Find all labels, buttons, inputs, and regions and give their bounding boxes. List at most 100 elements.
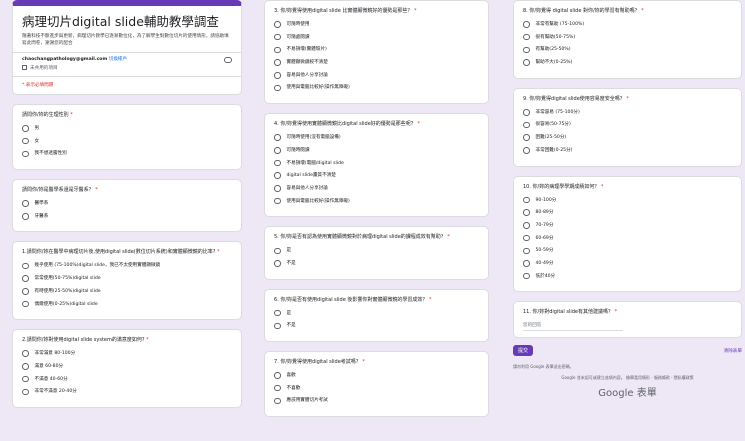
radio-button-icon[interactable] [274, 147, 281, 154]
radio-option[interactable]: 40-49分 [523, 260, 732, 267]
radio-button-icon[interactable] [523, 234, 530, 242]
radio-button-icon[interactable] [22, 300, 29, 308]
radio-button-icon[interactable] [22, 275, 29, 282]
clear-form-button[interactable]: 清除表單 [724, 348, 742, 354]
radio-button-icon[interactable] [523, 109, 530, 116]
radio-button-icon[interactable] [274, 134, 281, 141]
radio-option[interactable]: 是 [274, 309, 479, 317]
radio-option[interactable]: 女 [22, 137, 232, 145]
radio-option[interactable]: 是 [274, 247, 479, 254]
radio-option[interactable]: 不喜歡 [274, 384, 479, 392]
radio-button-icon[interactable] [523, 209, 530, 216]
radio-button-icon[interactable] [22, 200, 29, 207]
radio-option[interactable]: 很有幫助(50-75%) [523, 33, 732, 41]
radio-option[interactable]: 醫學系 [22, 200, 232, 207]
radio-option[interactable]: 偶爾使用(0-25%)digital slide [22, 300, 232, 308]
radio-option[interactable]: 我不想透露性別 [22, 150, 232, 158]
radio-option[interactable]: 非常容易 (75-100分) [523, 109, 732, 116]
radio-option[interactable]: 有時使用(25-50%)digital slide [22, 288, 232, 295]
radio-button-icon[interactable] [22, 350, 29, 357]
radio-button-icon[interactable] [523, 222, 530, 229]
radio-option[interactable]: 使用與電腦比較好(操作無障礙) [274, 197, 479, 205]
radio-option[interactable]: 50-59分 [523, 247, 732, 254]
answer-input[interactable]: 您的回答 [523, 322, 623, 332]
radio-button-icon[interactable] [274, 372, 281, 379]
radio-button-icon[interactable] [22, 213, 29, 220]
radio-button-icon[interactable] [274, 309, 281, 317]
radio-option[interactable]: 可隨時使用 [274, 21, 479, 28]
radio-option[interactable]: 實體顯微鏡較不清楚 [274, 59, 479, 66]
radio-button-icon[interactable] [523, 121, 530, 129]
radio-button-icon[interactable] [523, 260, 530, 267]
radio-button-icon[interactable] [274, 33, 281, 41]
radio-option[interactable]: 不是 [274, 260, 479, 267]
radio-option[interactable]: 80-89分 [523, 209, 732, 216]
radio-button-icon[interactable] [523, 134, 530, 141]
radio-button-icon[interactable] [274, 260, 281, 267]
radio-button-icon[interactable] [274, 384, 281, 392]
radio-option[interactable]: 可隨時閱讀 [274, 147, 479, 154]
radio-option[interactable]: 不易損壞(電腦/digital slide [274, 159, 479, 167]
radio-option[interactable]: 非常滿意 80-100分 [22, 350, 232, 357]
radio-button-icon[interactable] [22, 125, 29, 132]
radio-option[interactable]: 不是 [274, 322, 479, 330]
radio-button-icon[interactable] [22, 137, 29, 145]
radio-button-icon[interactable] [274, 172, 281, 179]
radio-button-icon[interactable] [22, 150, 29, 158]
radio-option[interactable]: 牙醫系 [22, 213, 232, 220]
radio-button-icon[interactable] [274, 322, 281, 330]
question-label: 7. 你/妳覺得使用digital slide考試嗎？ [274, 359, 361, 365]
radio-option[interactable]: 困難(25-50分) [523, 134, 732, 141]
radio-option[interactable]: 滿意 60-80分 [22, 363, 232, 370]
radio-option[interactable]: 60-69分 [523, 234, 732, 242]
radio-button-icon[interactable] [523, 59, 530, 66]
radio-option[interactable]: 喜歡 [274, 372, 479, 379]
radio-option[interactable]: 很容易(50-75分) [523, 121, 732, 129]
radio-button-icon[interactable] [274, 247, 281, 254]
radio-option[interactable]: 男 [22, 125, 232, 132]
radio-option[interactable]: 有幫助(25-50%) [523, 46, 732, 54]
radio-button-icon[interactable] [22, 388, 29, 395]
radio-option[interactable]: 常常使用(50-75%)digital slide [22, 275, 232, 282]
submit-button[interactable]: 提交 [513, 345, 533, 357]
radio-button-icon[interactable] [523, 33, 530, 41]
radio-option[interactable]: 幫助不大(0-25%) [523, 59, 732, 66]
radio-button-icon[interactable] [22, 363, 29, 370]
radio-button-icon[interactable] [523, 272, 530, 280]
radio-button-icon[interactable] [22, 262, 29, 270]
radio-button-icon[interactable] [274, 197, 281, 205]
radio-button-icon[interactable] [523, 21, 530, 28]
radio-button-icon[interactable] [523, 46, 530, 54]
radio-option[interactable]: digital slide畫質不清楚 [274, 172, 479, 179]
switch-account-link[interactable]: 切換帳戶 [109, 57, 127, 62]
radio-option[interactable]: 可隨時使用(沒有電腦設備) [274, 134, 479, 141]
radio-button-icon[interactable] [523, 247, 530, 254]
radio-option[interactable]: 70-79分 [523, 222, 732, 229]
radio-button-icon[interactable] [274, 185, 281, 192]
radio-option[interactable]: 不易損壞(實體玻片) [274, 46, 479, 54]
radio-button-icon[interactable] [523, 147, 530, 154]
radio-option[interactable]: 非常不滿意 20-40分 [22, 388, 232, 395]
radio-option[interactable]: 使用與電腦比較好(操作無障礙) [274, 84, 479, 92]
radio-button-icon[interactable] [274, 159, 281, 167]
radio-option[interactable]: 容易與他人分享討論 [274, 72, 479, 79]
radio-option[interactable]: 非常有幫助 (75-100%) [523, 21, 732, 28]
radio-button-icon[interactable] [22, 375, 29, 383]
radio-button-icon[interactable] [274, 59, 281, 66]
radio-option[interactable]: 容易與他人分享討論 [274, 185, 479, 192]
radio-button-icon[interactable] [22, 288, 29, 295]
radio-button-icon[interactable] [274, 46, 281, 54]
radio-option[interactable]: 90-100分 [523, 196, 732, 204]
radio-option[interactable]: 幾乎使用 (75-100%)digital slide，我已不太使用實體顯微鏡 [22, 262, 232, 270]
question-label: 4. 你/妳覺得使用實體顯微鏡比digital slide好的優勢是那些呢？ [274, 121, 416, 128]
radio-button-icon[interactable] [274, 397, 281, 405]
radio-button-icon[interactable] [274, 21, 281, 28]
radio-option[interactable]: 應該用實體切片考試 [274, 397, 479, 405]
radio-button-icon[interactable] [274, 72, 281, 79]
radio-option[interactable]: 不滿意 40-60分 [22, 375, 232, 383]
radio-button-icon[interactable] [274, 84, 281, 92]
radio-option[interactable]: 可隨處閱讀 [274, 33, 479, 41]
radio-option[interactable]: 非常困難(0-25分) [523, 147, 732, 154]
radio-button-icon[interactable] [523, 196, 530, 204]
radio-option[interactable]: 低於40分 [523, 272, 732, 280]
